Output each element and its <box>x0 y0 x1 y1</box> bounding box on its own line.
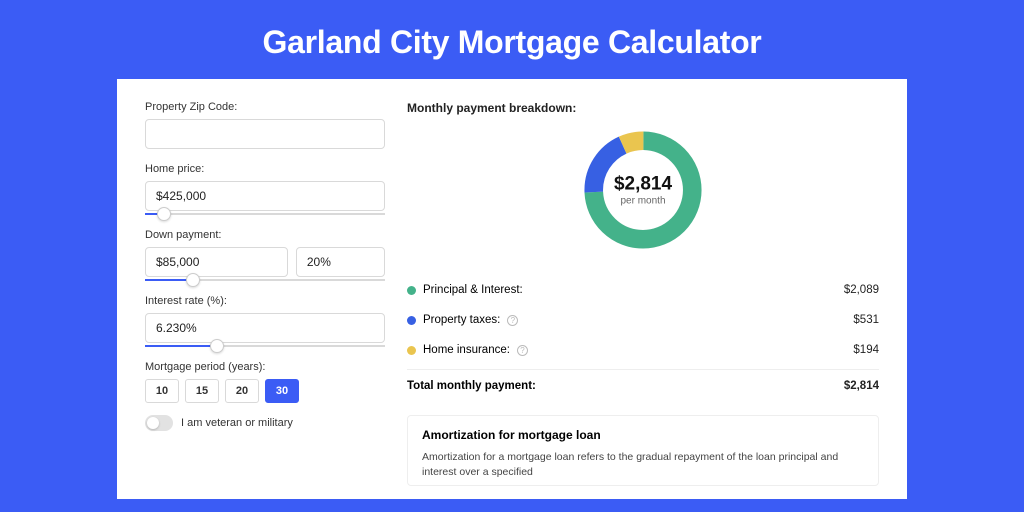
amortization-text: Amortization for a mortgage loan refers … <box>422 450 864 479</box>
mortgage-period-option-20[interactable]: 20 <box>225 379 259 403</box>
mortgage-period-option-10[interactable]: 10 <box>145 379 179 403</box>
breakdown-item-label: Property taxes: <box>423 314 500 326</box>
donut-center-label: per month <box>614 196 672 207</box>
down-payment-field-group: Down payment: <box>145 229 385 281</box>
donut-center: $2,814 per month <box>614 174 672 207</box>
breakdown-item-value: $194 <box>853 344 879 356</box>
down-payment-percent-input[interactable] <box>296 247 385 277</box>
inputs-panel: Property Zip Code: Home price: Down paym… <box>145 101 385 489</box>
home-price-label: Home price: <box>145 163 385 175</box>
breakdown-total-label: Total monthly payment: <box>407 380 536 392</box>
mortgage-period-option-30[interactable]: 30 <box>265 379 299 403</box>
down-payment-slider-thumb[interactable] <box>186 273 200 287</box>
breakdown-item-label: Home insurance: <box>423 344 510 356</box>
home-price-slider[interactable] <box>145 213 385 215</box>
interest-rate-input[interactable] <box>145 313 385 343</box>
legend-dot-icon <box>407 316 416 325</box>
breakdown-list: Principal & Interest: $2,089 Property taxe… <box>407 275 879 365</box>
calculator-card: Property Zip Code: Home price: Down paym… <box>117 79 907 499</box>
donut-chart: $2,814 per month <box>407 125 879 255</box>
down-payment-slider[interactable] <box>145 279 385 281</box>
info-icon[interactable]: ? <box>507 315 518 326</box>
home-price-slider-thumb[interactable] <box>157 207 171 221</box>
amortization-card: Amortization for mortgage loan Amortizat… <box>407 415 879 486</box>
breakdown-panel: Monthly payment breakdown: $2,814 per mo… <box>407 101 879 489</box>
donut-center-value: $2,814 <box>614 174 672 196</box>
amortization-title: Amortization for mortgage loan <box>422 428 864 442</box>
mortgage-period-options: 10152030 <box>145 379 385 403</box>
breakdown-item-value: $2,089 <box>844 284 879 296</box>
mortgage-period-option-15[interactable]: 15 <box>185 379 219 403</box>
legend-dot-icon <box>407 286 416 295</box>
interest-rate-field-group: Interest rate (%): <box>145 295 385 347</box>
info-icon[interactable]: ? <box>517 345 528 356</box>
zip-input[interactable] <box>145 119 385 149</box>
home-price-input[interactable] <box>145 181 385 211</box>
legend-dot-icon <box>407 346 416 355</box>
veteran-row: I am veteran or military <box>145 415 385 431</box>
breakdown-row: Property taxes:? $531 <box>407 305 879 335</box>
mortgage-period-label: Mortgage period (years): <box>145 361 385 373</box>
interest-rate-slider-fill <box>145 345 217 347</box>
veteran-label: I am veteran or military <box>181 417 293 429</box>
zip-label: Property Zip Code: <box>145 101 385 113</box>
veteran-toggle[interactable] <box>145 415 173 431</box>
mortgage-period-field-group: Mortgage period (years): 10152030 <box>145 361 385 403</box>
interest-rate-slider[interactable] <box>145 345 385 347</box>
breakdown-row: Principal & Interest: $2,089 <box>407 275 879 305</box>
page-title: Garland City Mortgage Calculator <box>263 24 762 61</box>
breakdown-total-row: Total monthly payment: $2,814 <box>407 369 879 401</box>
home-price-field-group: Home price: <box>145 163 385 215</box>
breakdown-item-label: Principal & Interest: <box>423 284 523 296</box>
down-payment-amount-input[interactable] <box>145 247 288 277</box>
down-payment-label: Down payment: <box>145 229 385 241</box>
breakdown-title: Monthly payment breakdown: <box>407 101 879 115</box>
interest-rate-label: Interest rate (%): <box>145 295 385 307</box>
interest-rate-slider-thumb[interactable] <box>210 339 224 353</box>
breakdown-row: Home insurance:? $194 <box>407 335 879 365</box>
calculator-card-backdrop: Property Zip Code: Home price: Down paym… <box>117 79 907 499</box>
breakdown-item-value: $531 <box>853 314 879 326</box>
breakdown-total-value: $2,814 <box>844 380 879 392</box>
zip-field-group: Property Zip Code: <box>145 101 385 149</box>
